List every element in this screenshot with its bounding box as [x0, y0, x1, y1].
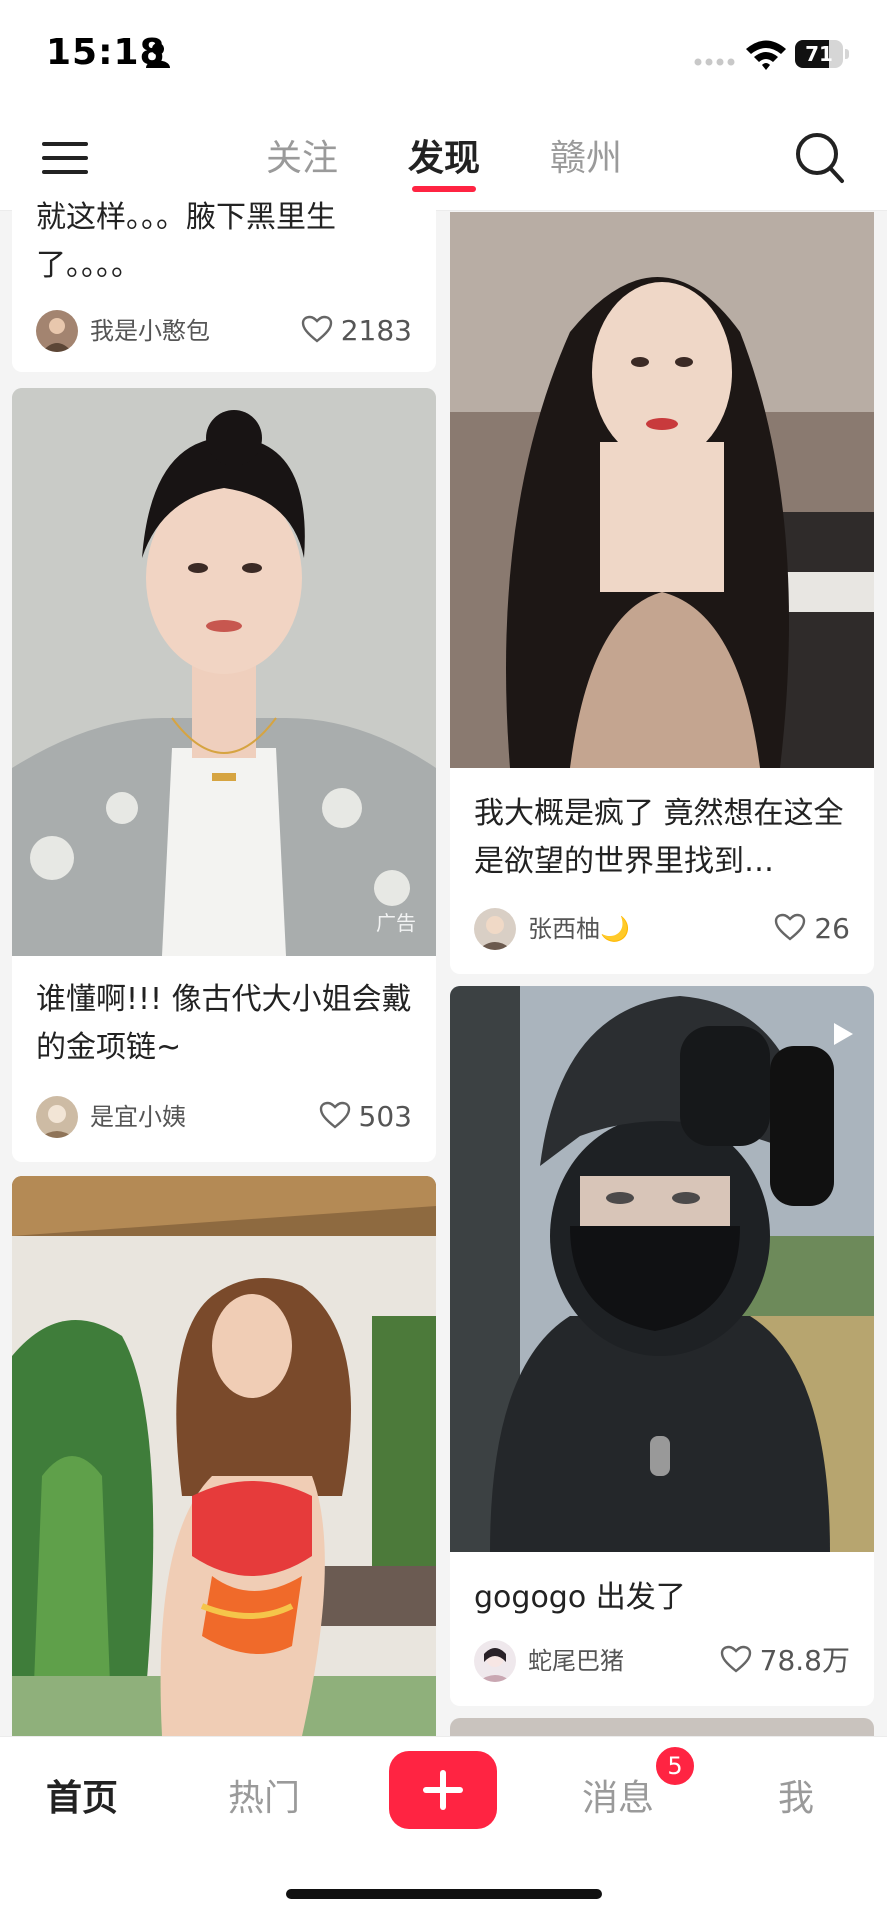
feed-card[interactable]: 就这样。。。腋下黑里生了。。。。 我是小憨包 2183	[12, 200, 436, 372]
bottom-tab-home[interactable]: 首页	[46, 1769, 118, 1821]
search-icon[interactable]	[794, 130, 846, 186]
home-indicator	[286, 1889, 602, 1899]
avatar[interactable]	[36, 1096, 78, 1138]
like-button[interactable]: 78.8万	[720, 1640, 850, 1682]
author-name[interactable]: 我是小憨包	[90, 310, 210, 352]
battery-level-text: 71	[805, 42, 833, 66]
author-name[interactable]: 蛇尾巴猪	[528, 1640, 624, 1682]
card-meta: 是宜小姨 503	[36, 1096, 412, 1138]
author-name[interactable]: 是宜小姨	[90, 1096, 186, 1138]
active-tab-indicator	[412, 186, 476, 192]
video-play-icon	[834, 1023, 853, 1045]
wifi-icon	[746, 40, 786, 70]
menu-icon[interactable]	[42, 138, 88, 178]
feed-card[interactable]: 广告 谁懂啊!!! 像古代大小姐会戴的金项链~ 是宜小姨 503	[12, 388, 436, 1162]
tab-local[interactable]: 赣州	[546, 134, 626, 184]
bottom-tab-me[interactable]: 我	[778, 1769, 814, 1821]
heart-icon	[319, 1101, 350, 1129]
like-count: 2183	[340, 314, 412, 347]
card-meta: 我是小憨包 2183	[36, 310, 412, 352]
post-button[interactable]	[389, 1751, 497, 1829]
signal-dots-icon	[694, 58, 735, 66]
card-title: 就这样。。。腋下黑里生了。。。。	[36, 200, 336, 283]
heart-icon	[301, 315, 332, 343]
card-cover-image	[450, 986, 874, 1552]
plus-icon	[423, 1770, 463, 1810]
person-icon	[146, 43, 170, 68]
top-nav: 关注 发现 赣州	[0, 110, 887, 211]
author-name[interactable]: 张西柚🌙	[528, 908, 630, 950]
bottom-tab-messages[interactable]: 消息	[582, 1769, 654, 1821]
avatar[interactable]	[474, 908, 516, 950]
tab-discover[interactable]: 发现	[404, 134, 484, 184]
heart-icon	[775, 913, 806, 941]
like-button[interactable]: 503	[319, 1096, 412, 1138]
bottom-tab-hot[interactable]: 热门	[228, 1769, 300, 1821]
card-cover-image	[450, 212, 874, 768]
message-count-badge: 5	[654, 1745, 696, 1787]
card-cover-image	[12, 1176, 436, 1736]
card-cover-image: 广告	[12, 388, 436, 956]
card-title: 谁懂啊!!! 像古代大小姐会戴的金项链~	[36, 982, 412, 1065]
card-title: gogogo 出发了	[474, 1580, 686, 1615]
card-title: 我大概是疯了 竟然想在这全是欲望的世界里找到…	[474, 796, 844, 879]
heart-icon	[720, 1645, 751, 1673]
like-button[interactable]: 2183	[301, 310, 412, 352]
tab-follow[interactable]: 关注	[262, 134, 342, 184]
like-count: 78.8万	[759, 1644, 850, 1677]
bottom-tab-bar: 首页 热门 消息 5 我	[0, 1736, 887, 1921]
card-meta: 蛇尾巴猪 78.8万	[474, 1640, 850, 1682]
feed-card[interactable]	[12, 1176, 436, 1736]
avatar[interactable]	[36, 310, 78, 352]
like-count: 503	[358, 1100, 412, 1133]
ad-label: 广告	[376, 911, 416, 935]
avatar[interactable]	[474, 1640, 516, 1682]
status-bar: 15:18 71	[0, 0, 887, 110]
feed-card[interactable]	[450, 1718, 874, 1736]
like-button[interactable]: 26	[774, 908, 850, 950]
like-count: 26	[814, 912, 850, 945]
feed-card[interactable]: gogogo 出发了 蛇尾巴猪 78.8万	[450, 986, 874, 1706]
card-meta: 张西柚🌙 26	[474, 908, 850, 950]
battery-indicator: 71	[795, 40, 849, 68]
feed-card[interactable]: 我大概是疯了 竟然想在这全是欲望的世界里找到… 张西柚🌙 26	[450, 212, 874, 974]
